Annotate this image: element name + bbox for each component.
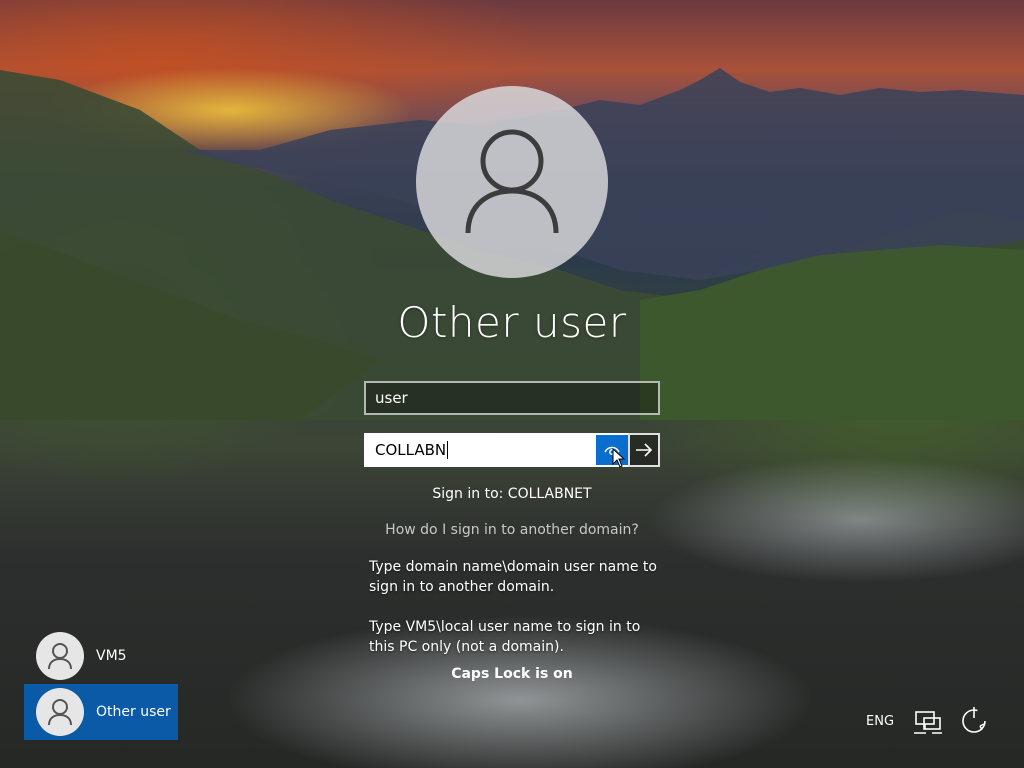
- language-indicator[interactable]: ENG: [866, 714, 894, 729]
- user-avatar-icon: [416, 86, 608, 278]
- text-caret: [447, 441, 449, 459]
- submit-button[interactable]: [628, 433, 660, 467]
- password-value: COLLABN: [375, 441, 447, 459]
- user-tile-label: VM5: [96, 648, 127, 664]
- mouse-cursor-icon: [612, 448, 626, 468]
- other-domain-help-link[interactable]: How do I sign in to another domain?: [0, 522, 1024, 538]
- user-avatar-icon: [36, 688, 84, 736]
- network-icon: [914, 711, 942, 734]
- arrow-right-icon: [636, 443, 653, 457]
- account-title: Other user: [397, 298, 627, 347]
- password-field[interactable]: COLLABN: [364, 433, 596, 467]
- user-tile-other-user[interactable]: Other user: [24, 684, 178, 740]
- sign-in-to-label: Sign in to: COLLABNET: [432, 486, 592, 502]
- username-field[interactable]: user: [364, 381, 660, 415]
- power-button[interactable]: [958, 706, 990, 734]
- user-avatar-icon: [36, 632, 84, 680]
- domain-hint-text: Type domain name\domain user name to sig…: [369, 559, 657, 595]
- power-icon: [962, 707, 986, 733]
- user-tile-label: Other user: [96, 704, 171, 720]
- username-value: user: [375, 389, 408, 407]
- user-tile-vm5[interactable]: VM5: [24, 628, 178, 684]
- local-hint-text: Type VM5\local user name to sign in to t…: [369, 619, 641, 655]
- network-button[interactable]: [912, 708, 944, 736]
